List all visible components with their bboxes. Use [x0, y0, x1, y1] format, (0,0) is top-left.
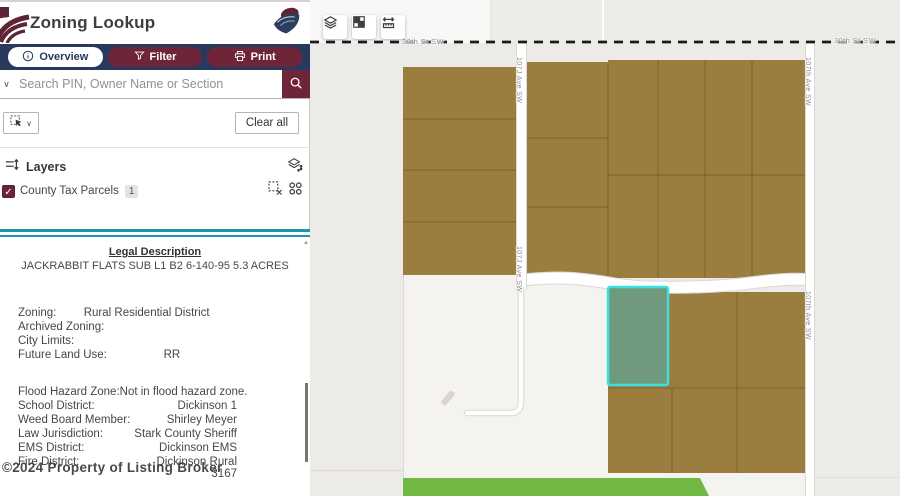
layers-header: Layers — [0, 156, 310, 178]
info-icon — [22, 50, 34, 65]
layer-order-icon[interactable] — [5, 158, 19, 176]
map-layers-button[interactable] — [323, 15, 347, 39]
green-zone-strip — [403, 478, 709, 496]
field-school-district: School District: Dickinson 1 — [0, 399, 310, 413]
road-label-107j-top: 107J Ave SW — [515, 57, 522, 103]
road-label-107th-top: 107th Ave SW — [804, 57, 811, 106]
selection-toolbar: ∨ Clear all — [0, 112, 310, 134]
road-label-107th-mid: 107th Ave SW — [804, 291, 811, 340]
field-law-jurisdiction: Law Jurisdiction: Stark County Sheriff — [0, 427, 310, 441]
sidebar-panel: Zoning Lookup Overview — [0, 0, 310, 496]
field-zoning: Zoning: Rural Residential District — [0, 306, 310, 320]
field-flood-hazard: Flood Hazard Zone: Not in flood hazard z… — [0, 385, 310, 399]
light-parcel-region — [403, 275, 608, 478]
zoning-lookup-app: 30th St SW 30th St SW 107J Ave SW 107J A… — [0, 0, 900, 496]
listing-broker-watermark: ©2024 Property of Listing Broker — [2, 460, 223, 475]
map-graphics — [310, 0, 900, 496]
field-archived-zoning: Archived Zoning: — [0, 320, 310, 334]
apps-grid-icon[interactable] — [288, 181, 303, 201]
search-button[interactable] — [282, 70, 310, 98]
divider — [0, 147, 310, 148]
page-title: Zoning Lookup — [30, 13, 155, 33]
parcel-details: Legal Description JACKRABBIT FLATS SUB L… — [0, 238, 310, 496]
road-label-30th-right: 30th St SW — [834, 36, 876, 45]
app-logo — [0, 5, 31, 48]
chevron-down-icon: ∨ — [26, 119, 32, 128]
printer-icon — [234, 50, 246, 65]
road-label-30th-left: 30th St SW — [402, 37, 444, 46]
map-canvas[interactable]: 30th St SW 30th St SW 107J Ave SW 107J A… — [310, 0, 900, 496]
tab-overview-label: Overview — [39, 51, 88, 63]
field-city-limits: City Limits: — [0, 334, 310, 348]
selected-parcel-highlight[interactable] — [608, 287, 668, 385]
select-tool-button[interactable]: ∨ — [3, 112, 39, 134]
teal-divider — [0, 229, 310, 237]
layer-group-icon[interactable] — [287, 157, 303, 177]
tab-bar: Overview Filter Print — [0, 44, 310, 70]
tab-print-label: Print — [251, 51, 276, 63]
road-107th — [805, 43, 815, 496]
layer-count-badge: 1 — [125, 185, 139, 198]
layer-label: County Tax Parcels — [20, 185, 119, 197]
county-seal-logo — [266, 2, 307, 44]
layer-checkbox[interactable]: ✓ — [2, 185, 15, 198]
road-label-107j-mid: 107J Ave SW — [515, 246, 522, 292]
legal-description-text: JACKRABBIT FLATS SUB L1 B2 6-140-95 5.3 … — [0, 260, 310, 272]
chevron-down-icon[interactable]: ∨ — [0, 70, 13, 98]
field-future-land-use: Future Land Use: RR — [0, 348, 310, 362]
basemap-button[interactable] — [352, 15, 376, 39]
scroll-up-arrow[interactable]: ▲ — [303, 240, 309, 246]
tab-overview[interactable]: Overview — [8, 47, 103, 67]
tab-filter[interactable]: Filter — [108, 47, 203, 67]
zoning-fields: Zoning: Rural Residential District Archi… — [0, 306, 310, 362]
scrollbar-thumb[interactable] — [305, 383, 308, 462]
layers-title: Layers — [26, 160, 287, 174]
measure-button[interactable] — [381, 15, 405, 39]
legal-description-title: Legal Description — [0, 246, 310, 258]
field-weed-board: Weed Board Member: Shirley Meyer — [0, 413, 310, 427]
clear-all-button[interactable]: Clear all — [235, 112, 299, 134]
search-input[interactable] — [13, 70, 282, 98]
search-icon — [289, 76, 303, 93]
select-tool-icon — [10, 115, 23, 131]
tab-print[interactable]: Print — [207, 47, 302, 67]
filter-funnel-icon — [134, 50, 145, 64]
tab-filter-label: Filter — [150, 51, 177, 63]
app-header: Zoning Lookup — [0, 0, 310, 46]
layer-item-county-tax-parcels: ✓ County Tax Parcels 1 — [0, 182, 310, 200]
search-bar: ∨ — [0, 70, 310, 99]
district-fields: Flood Hazard Zone: Not in flood hazard z… — [0, 385, 310, 469]
field-ems-district: EMS District: Dickinson EMS — [0, 441, 310, 455]
clear-selection-icon[interactable] — [268, 181, 283, 201]
